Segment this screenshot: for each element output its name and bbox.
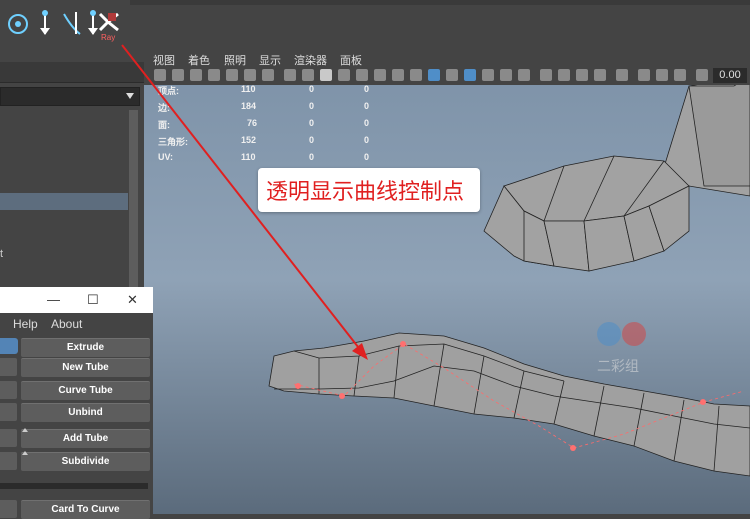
annotation-arrow [121,44,368,360]
